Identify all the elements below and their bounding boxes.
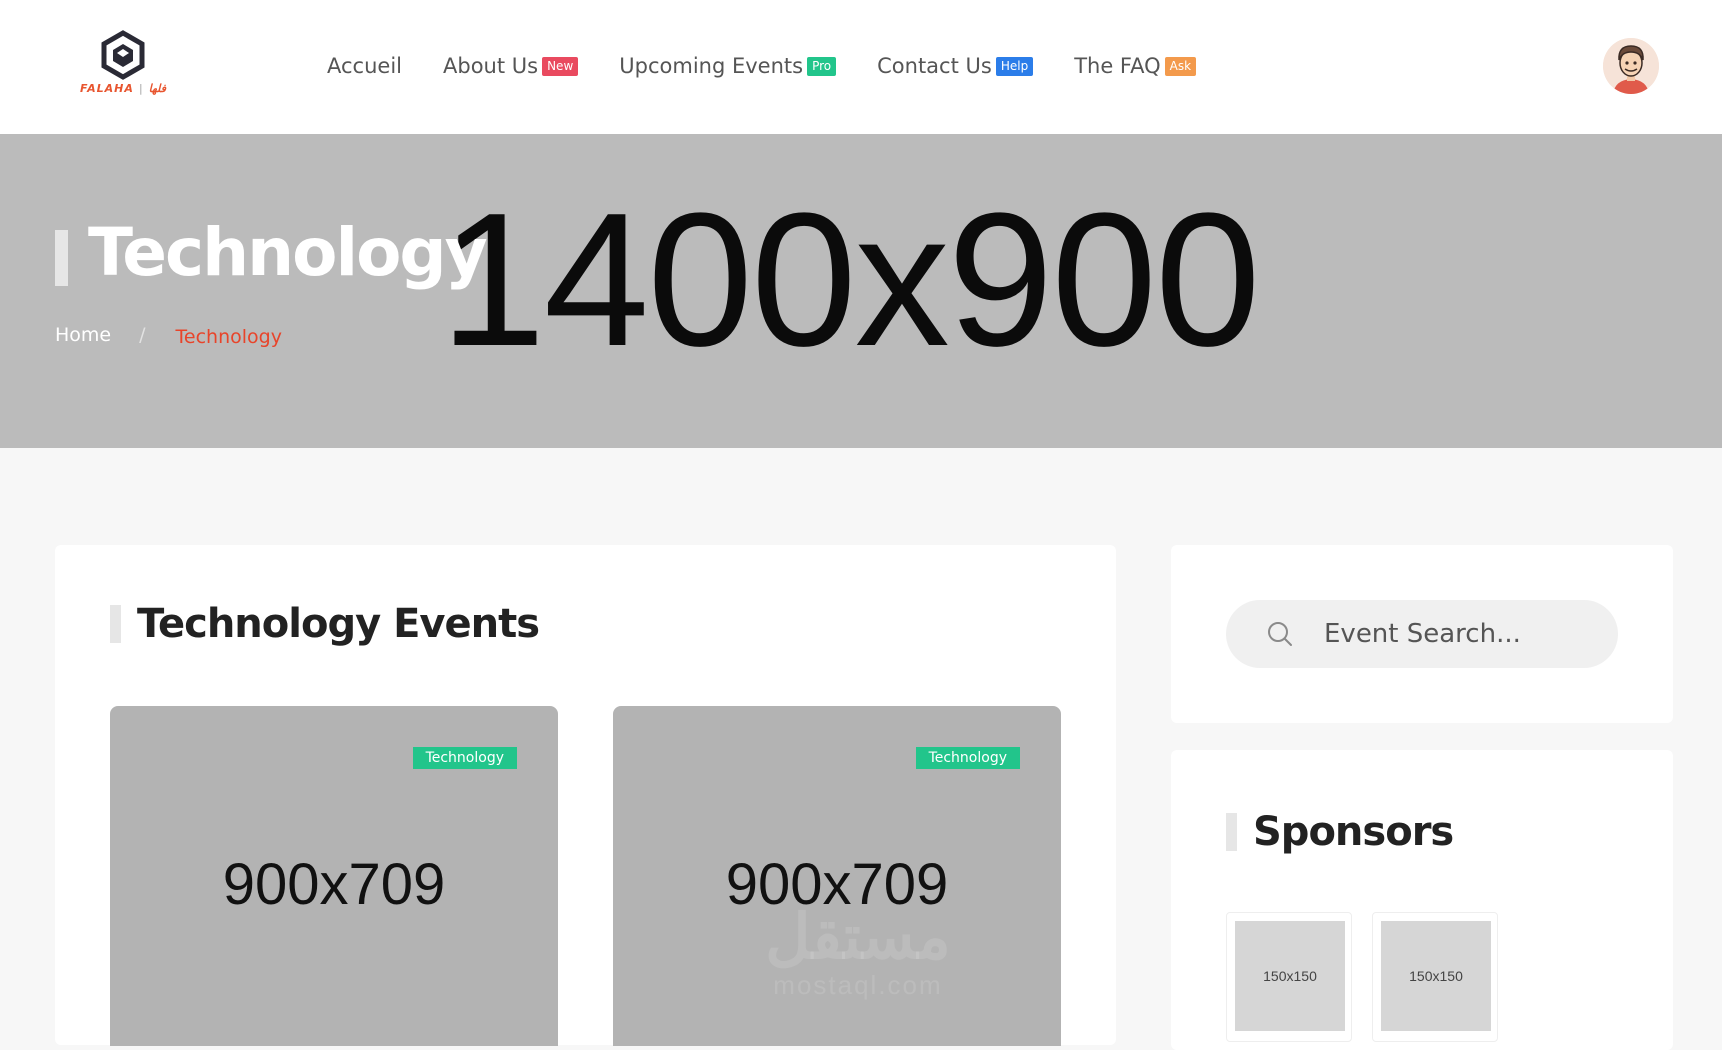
search-icon[interactable] [1266,620,1294,648]
main-nav: Accueil About Us New Upcoming Events Pro… [327,50,1237,82]
cube-logo-icon [101,30,145,80]
page-title: Technology [88,214,488,291]
user-avatar[interactable] [1603,38,1659,94]
watermark-arabic: مستقل [765,903,951,972]
events-panel: Technology Events Technology 900x709 Tec… [55,545,1116,1046]
search-widget [1171,545,1673,723]
watermark-latin: mostaql.com [773,970,943,1000]
section-header: Technology Events [110,601,540,647]
nav-label: Upcoming Events [619,54,804,78]
site-header: FALAHA | فلها Accueil About Us New Upcom… [0,0,1722,134]
user-avatar-icon [1603,38,1659,94]
event-card[interactable]: Technology 900x709 مستقل mostaql.com [613,706,1061,1046]
sponsor-image-placeholder: 150x150 [1235,921,1345,1031]
event-image-placeholder: 900x709 [222,852,446,917]
nav-item-contact-us[interactable]: Contact Us Help [877,54,1034,78]
logo-arabic: فلها [148,82,166,95]
nav-item-about-us[interactable]: About Us New [443,54,579,78]
sponsors-header: Sponsors [1226,809,1454,855]
title-accent-bar [55,230,68,286]
section-accent-bar [1226,813,1237,851]
sponsors-widget: Sponsors 150x150 150x150 [1171,750,1673,1050]
nav-badge-new: New [542,56,579,76]
watermark: مستقل mostaql.com [753,906,963,1001]
search-box[interactable] [1226,600,1618,668]
event-card[interactable]: Technology 900x709 [110,706,558,1046]
nav-item-faq[interactable]: The FAQ Ask [1074,54,1197,78]
site-logo[interactable]: FALAHA | فلها [78,30,168,102]
breadcrumb-home-link[interactable]: Home [55,324,111,346]
nav-badge-help: Help [995,56,1034,76]
nav-item-upcoming-events[interactable]: Upcoming Events Pro [619,54,837,78]
section-title: Technology Events [137,601,540,647]
breadcrumb-separator: / [139,324,146,346]
nav-badge-pro: Pro [807,56,837,76]
nav-label: The FAQ [1074,54,1161,78]
sponsor-logo[interactable]: 150x150 [1226,912,1352,1042]
event-category-tag[interactable]: Technology [412,747,517,769]
sponsors-title: Sponsors [1253,809,1454,855]
sponsor-logo[interactable]: 150x150 [1372,912,1498,1042]
hero-image-placeholder: 1400x900 [440,174,1261,386]
page-hero: 1400x900 Technology Home / Technology [0,134,1722,448]
sponsor-image-placeholder: 150x150 [1381,921,1491,1031]
breadcrumb: Home / Technology [55,322,282,348]
event-category-tag[interactable]: Technology [915,747,1020,769]
logo-divider: | [138,82,144,95]
nav-label: Accueil [327,54,402,78]
logo-text: FALAHA | فلها [78,82,168,95]
section-accent-bar [110,605,121,643]
nav-item-accueil[interactable]: Accueil [327,54,402,78]
breadcrumb-current: Technology [175,326,282,348]
event-search-input[interactable] [1324,619,1604,649]
nav-badge-ask: Ask [1164,56,1197,76]
nav-label: Contact Us [877,54,992,78]
logo-name: FALAHA [80,82,134,95]
nav-label: About Us [443,54,539,78]
